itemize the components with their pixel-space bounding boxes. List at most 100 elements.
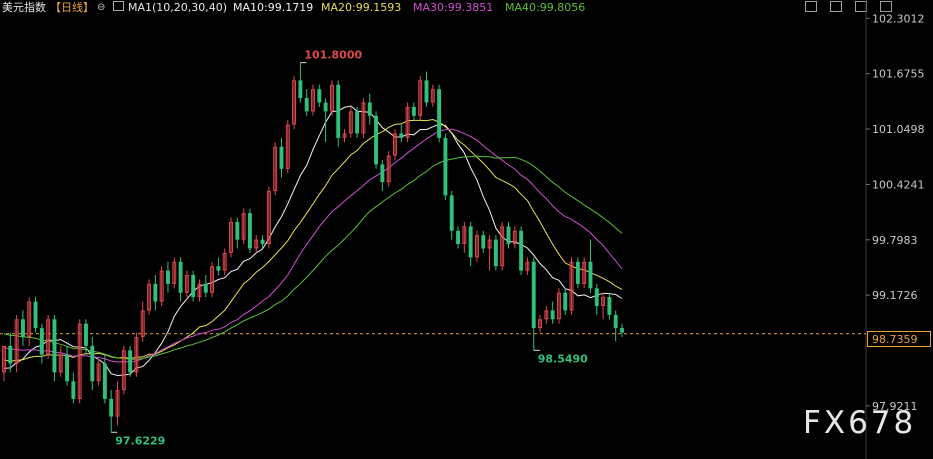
candle-body [563, 292, 568, 311]
candle [90, 336, 95, 391]
candle [525, 257, 530, 276]
y-tick-label: 101.0498 [872, 123, 925, 136]
candle [304, 89, 309, 116]
candle [298, 62, 303, 103]
candle [210, 261, 215, 298]
candle [222, 248, 227, 276]
candle-body [216, 266, 221, 271]
candle-body [235, 221, 240, 240]
candle [216, 257, 221, 276]
ma20-line [3, 118, 623, 362]
current-price-label: 98.7359 [867, 331, 931, 347]
candle-body [399, 133, 404, 138]
candle [456, 226, 460, 249]
candle [273, 142, 278, 196]
candle [191, 270, 196, 302]
candle [178, 257, 183, 302]
candle-body [20, 319, 25, 337]
ma40-line [3, 155, 623, 360]
candle [229, 217, 233, 258]
candle-body [493, 239, 498, 267]
candle [147, 279, 151, 315]
candle-body [620, 328, 624, 333]
candle-body [594, 288, 599, 306]
candle [582, 257, 587, 289]
candle [39, 323, 44, 364]
candlestick-chart: 102.3012 101.6755 101.0498 100.4241 99.7983 9… [0, 0, 925, 459]
candle [279, 137, 284, 178]
candle [285, 120, 290, 174]
candle-body [52, 319, 57, 373]
candle [311, 84, 315, 116]
watermark-logo: FX678 [803, 405, 917, 441]
candle [475, 230, 479, 262]
candle [367, 93, 372, 125]
candle [462, 221, 467, 253]
candle [481, 230, 486, 253]
candle [411, 102, 416, 121]
high-annotation: 101.8000 [304, 49, 362, 62]
candle-body [153, 283, 158, 302]
candle [342, 129, 347, 143]
candle-body [588, 261, 593, 289]
candle [247, 208, 252, 253]
candle-body [90, 345, 95, 382]
candle [33, 297, 38, 333]
candle-body [481, 235, 486, 249]
candle [128, 345, 133, 377]
candle [134, 332, 139, 377]
candle-body [550, 310, 555, 320]
candle-body [456, 230, 460, 245]
candle [197, 279, 202, 302]
candle-body [178, 261, 183, 293]
candle [519, 226, 524, 276]
candle [418, 75, 423, 121]
candle [449, 190, 454, 240]
low-right-annotation: 98.5490 [538, 352, 588, 365]
candle-body [323, 102, 328, 112]
candle [71, 372, 76, 404]
candle-body [8, 345, 13, 364]
candle-body [613, 314, 618, 329]
candle [607, 292, 612, 320]
candle-body [33, 301, 38, 329]
candle [563, 288, 568, 315]
candle-body [298, 80, 303, 99]
candle [102, 354, 107, 404]
candle-body [506, 226, 511, 245]
candle [121, 345, 126, 395]
candle-body [531, 261, 536, 329]
candle-body [411, 106, 416, 116]
candle [468, 221, 473, 267]
candle [437, 84, 442, 143]
candle [393, 129, 397, 160]
y-tick-label: 101.6755 [872, 68, 925, 81]
candle-body [519, 230, 524, 271]
candle-body [443, 137, 448, 196]
candle [380, 160, 385, 191]
candle [500, 221, 505, 271]
candle-body [39, 328, 44, 355]
candle [538, 314, 542, 333]
candle [613, 310, 618, 342]
candle [348, 106, 353, 138]
candle-body [71, 381, 76, 399]
candle-body [128, 350, 133, 373]
ma10-line [3, 105, 623, 377]
candle [531, 257, 536, 351]
candle [27, 297, 32, 346]
candle [386, 151, 391, 187]
candle [512, 226, 517, 249]
candle [2, 345, 6, 382]
y-tick-label: 99.1726 [872, 289, 918, 302]
candle-body [279, 146, 284, 169]
candle [140, 301, 145, 342]
candle [399, 124, 404, 143]
candle [292, 75, 297, 130]
candle [374, 111, 379, 169]
candle-body [191, 275, 196, 298]
candle [184, 270, 189, 298]
candle [424, 71, 429, 107]
candle [487, 235, 492, 271]
candle [159, 266, 164, 306]
